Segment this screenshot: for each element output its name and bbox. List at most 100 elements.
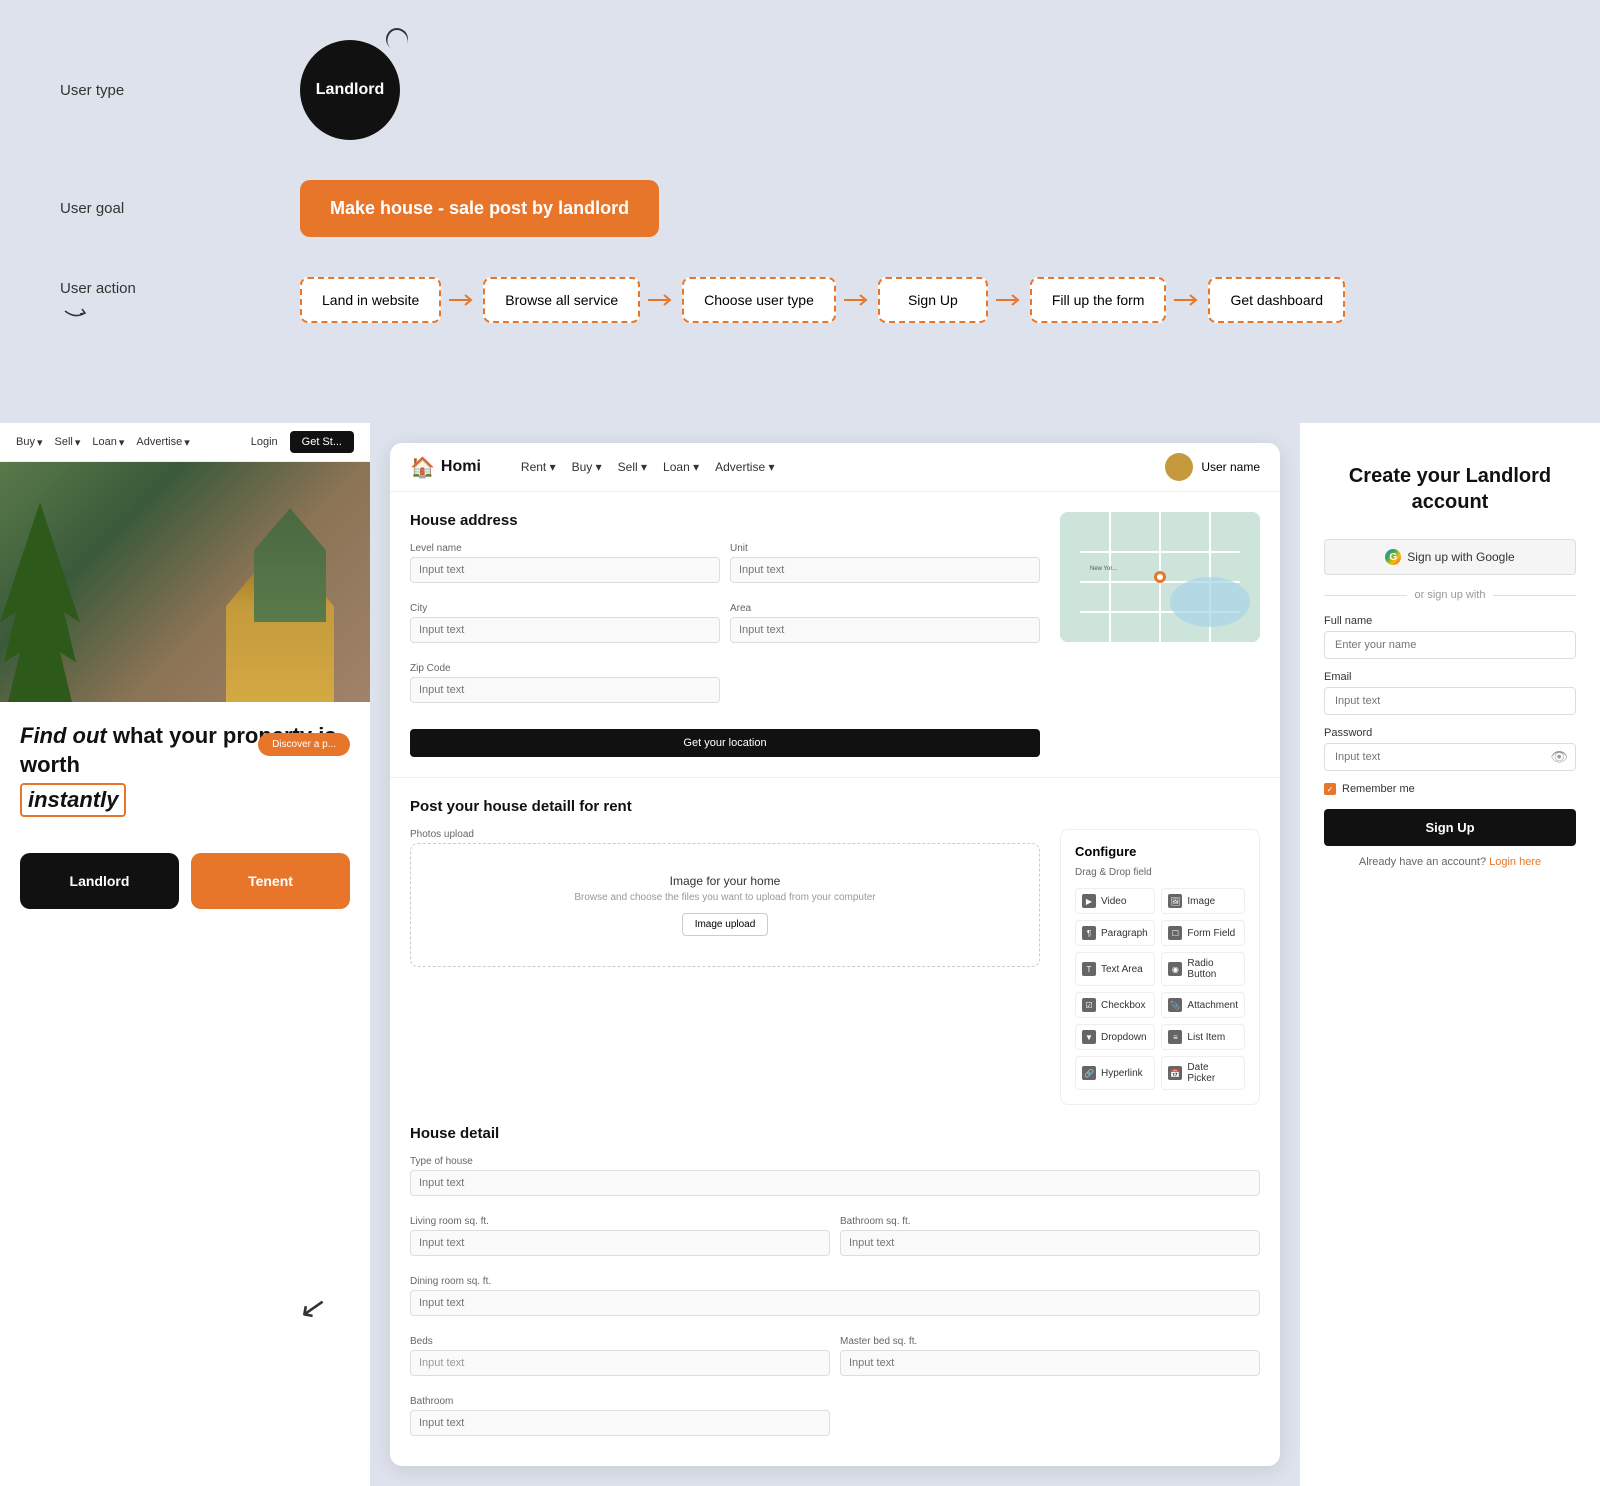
textarea-icon: T bbox=[1082, 962, 1096, 976]
left-panel-landing: Buy ▾ Sell ▾ Loan ▾ Advertise ▾ Login Ge… bbox=[0, 423, 370, 1486]
post-title: Post your house detaill for rent bbox=[410, 798, 1260, 815]
arrow-3 bbox=[842, 290, 872, 310]
paragraph-icon: ¶ bbox=[1082, 926, 1096, 940]
arrow-2 bbox=[646, 290, 676, 310]
dining-input[interactable] bbox=[410, 1290, 1260, 1316]
config-form-field[interactable]: ☐ Form Field bbox=[1161, 920, 1245, 946]
email-group: Email bbox=[1324, 671, 1576, 715]
user-goal-box: Make house - sale post by landlord bbox=[300, 180, 659, 237]
dining-label: Dining room sq. ft. bbox=[410, 1276, 1260, 1287]
config-attachment[interactable]: 📎 Attachment bbox=[1161, 992, 1245, 1018]
upload-desc: Browse and choose the files you want to … bbox=[431, 892, 1019, 903]
user-goal-row: User goal Make house - sale post by land… bbox=[60, 180, 1540, 237]
beds-select[interactable]: Input text bbox=[410, 1350, 830, 1376]
unit-group: Unit bbox=[730, 543, 1040, 583]
configure-box: Configure Drag & Drop field ▶ Video 🖼 Im… bbox=[1060, 829, 1260, 1105]
nav-loan[interactable]: Loan ▾ bbox=[92, 436, 124, 449]
arrow-1 bbox=[447, 290, 477, 310]
bathroom2-input[interactable] bbox=[410, 1410, 830, 1436]
landlord-button[interactable]: Landlord bbox=[20, 853, 179, 909]
divider: or sign up with bbox=[1324, 589, 1576, 601]
arrow-5 bbox=[1172, 290, 1202, 310]
config-image[interactable]: 🖼 Image bbox=[1161, 888, 1245, 914]
city-input[interactable] bbox=[410, 617, 720, 643]
signup-panel: Create your Landlord account G Sign up w… bbox=[1300, 423, 1600, 1486]
arrow-overlay: ↙ bbox=[297, 1286, 330, 1328]
zip-input[interactable] bbox=[410, 677, 720, 703]
video-icon: ▶ bbox=[1082, 894, 1096, 908]
bathroom-label: Bathroom sq. ft. bbox=[840, 1216, 1260, 1227]
login-link-row: Already have an account? Login here bbox=[1324, 856, 1576, 868]
nav-sell[interactable]: Sell ▾ bbox=[55, 436, 81, 449]
date-picker-icon: 📅 bbox=[1168, 1066, 1182, 1080]
signup-button[interactable]: Sign Up bbox=[1324, 809, 1576, 846]
unit-label: Unit bbox=[730, 543, 1040, 554]
image-icon: 🖼 bbox=[1168, 894, 1182, 908]
upload-area: Image for your home Browse and choose th… bbox=[410, 843, 1040, 967]
radio-icon: ◉ bbox=[1168, 962, 1182, 976]
master-bed-input[interactable] bbox=[840, 1350, 1260, 1376]
config-video[interactable]: ▶ Video bbox=[1075, 888, 1155, 914]
area-group: Area bbox=[730, 603, 1040, 643]
nav-advertise[interactable]: Advertise ▾ bbox=[136, 436, 189, 449]
get-started-button[interactable]: Get St... bbox=[290, 431, 354, 453]
hero-image bbox=[0, 462, 370, 702]
user-action-label: User action bbox=[60, 280, 260, 321]
remember-row: ✓ Remember me bbox=[1324, 783, 1576, 795]
landlord-circle-text: Landlord bbox=[316, 81, 384, 99]
email-label: Email bbox=[1324, 671, 1576, 683]
living-input[interactable] bbox=[410, 1230, 830, 1256]
config-date[interactable]: 📅 Date Picker bbox=[1161, 1056, 1245, 1090]
action-step-3: Choose user type bbox=[682, 277, 836, 323]
configure-panel: Configure Drag & Drop field ▶ Video 🖼 Im… bbox=[1060, 829, 1260, 1105]
config-radio[interactable]: ◉ Radio Button bbox=[1161, 952, 1245, 986]
zip-label: Zip Code bbox=[410, 663, 720, 674]
google-signup-button[interactable]: G Sign up with Google bbox=[1324, 539, 1576, 575]
post-form-left: Photos upload Image for your home Browse… bbox=[410, 829, 1040, 1105]
config-hyperlink[interactable]: 🔗 Hyperlink bbox=[1075, 1056, 1155, 1090]
password-input[interactable] bbox=[1324, 743, 1576, 771]
photos-label: Photos upload bbox=[410, 829, 1040, 840]
level-name-group: Level name bbox=[410, 543, 720, 583]
user-action-row: User action Land in website Browse all s… bbox=[60, 277, 1540, 323]
nav-buy[interactable]: Buy ▾ bbox=[16, 436, 43, 449]
password-eye-icon[interactable]: 👁 bbox=[1550, 749, 1568, 766]
config-textarea[interactable]: T Text Area bbox=[1075, 952, 1155, 986]
login-here-link[interactable]: Login here bbox=[1489, 856, 1541, 868]
unit-input[interactable] bbox=[730, 557, 1040, 583]
map-svg: New Yor... bbox=[1060, 512, 1260, 642]
login-button[interactable]: Login bbox=[251, 436, 278, 448]
level-name-input[interactable] bbox=[410, 557, 720, 583]
image-upload-button[interactable]: Image upload bbox=[682, 913, 769, 936]
nav-avatar bbox=[1165, 453, 1193, 481]
form-navbar: 🏠 Homi Rent ▾ Buy ▾ Sell ▾ Loan ▾ Advert… bbox=[390, 443, 1280, 492]
form-nav-rent[interactable]: Rent ▾ bbox=[521, 460, 556, 474]
config-checkbox[interactable]: ☑ Checkbox bbox=[1075, 992, 1155, 1018]
type-input[interactable] bbox=[410, 1170, 1260, 1196]
beds-label: Beds bbox=[410, 1336, 830, 1347]
house-address-title: House address bbox=[410, 512, 1040, 529]
form-nav-advertise[interactable]: Advertise ▾ bbox=[715, 460, 774, 474]
city-group: City bbox=[410, 603, 720, 643]
get-location-button[interactable]: Get your location bbox=[410, 729, 1040, 757]
config-dropdown[interactable]: ▼ Dropdown bbox=[1075, 1024, 1155, 1050]
form-field-icon: ☐ bbox=[1168, 926, 1182, 940]
divider-line-left bbox=[1324, 595, 1407, 596]
area-input[interactable] bbox=[730, 617, 1040, 643]
arrow-4 bbox=[994, 290, 1024, 310]
bathroom-input[interactable] bbox=[840, 1230, 1260, 1256]
config-list[interactable]: ≡ List Item bbox=[1161, 1024, 1245, 1050]
form-nav-loan[interactable]: Loan ▾ bbox=[663, 460, 699, 474]
post-form-grid: Photos upload Image for your home Browse… bbox=[410, 829, 1260, 1105]
master-bed-group: Master bed sq. ft. bbox=[840, 1336, 1260, 1376]
form-nav-buy[interactable]: Buy ▾ bbox=[572, 460, 602, 474]
email-input[interactable] bbox=[1324, 687, 1576, 715]
config-paragraph[interactable]: ¶ Paragraph bbox=[1075, 920, 1155, 946]
full-name-input[interactable] bbox=[1324, 631, 1576, 659]
logo-area: 🏠 Homi bbox=[410, 455, 481, 480]
remember-checkbox[interactable]: ✓ bbox=[1324, 783, 1336, 795]
form-nav-sell[interactable]: Sell ▾ bbox=[618, 460, 647, 474]
map-area: New Yor... bbox=[1060, 512, 1260, 757]
tenant-button[interactable]: Tenent bbox=[191, 853, 350, 909]
dropdown-icon: ▼ bbox=[1082, 1030, 1096, 1044]
